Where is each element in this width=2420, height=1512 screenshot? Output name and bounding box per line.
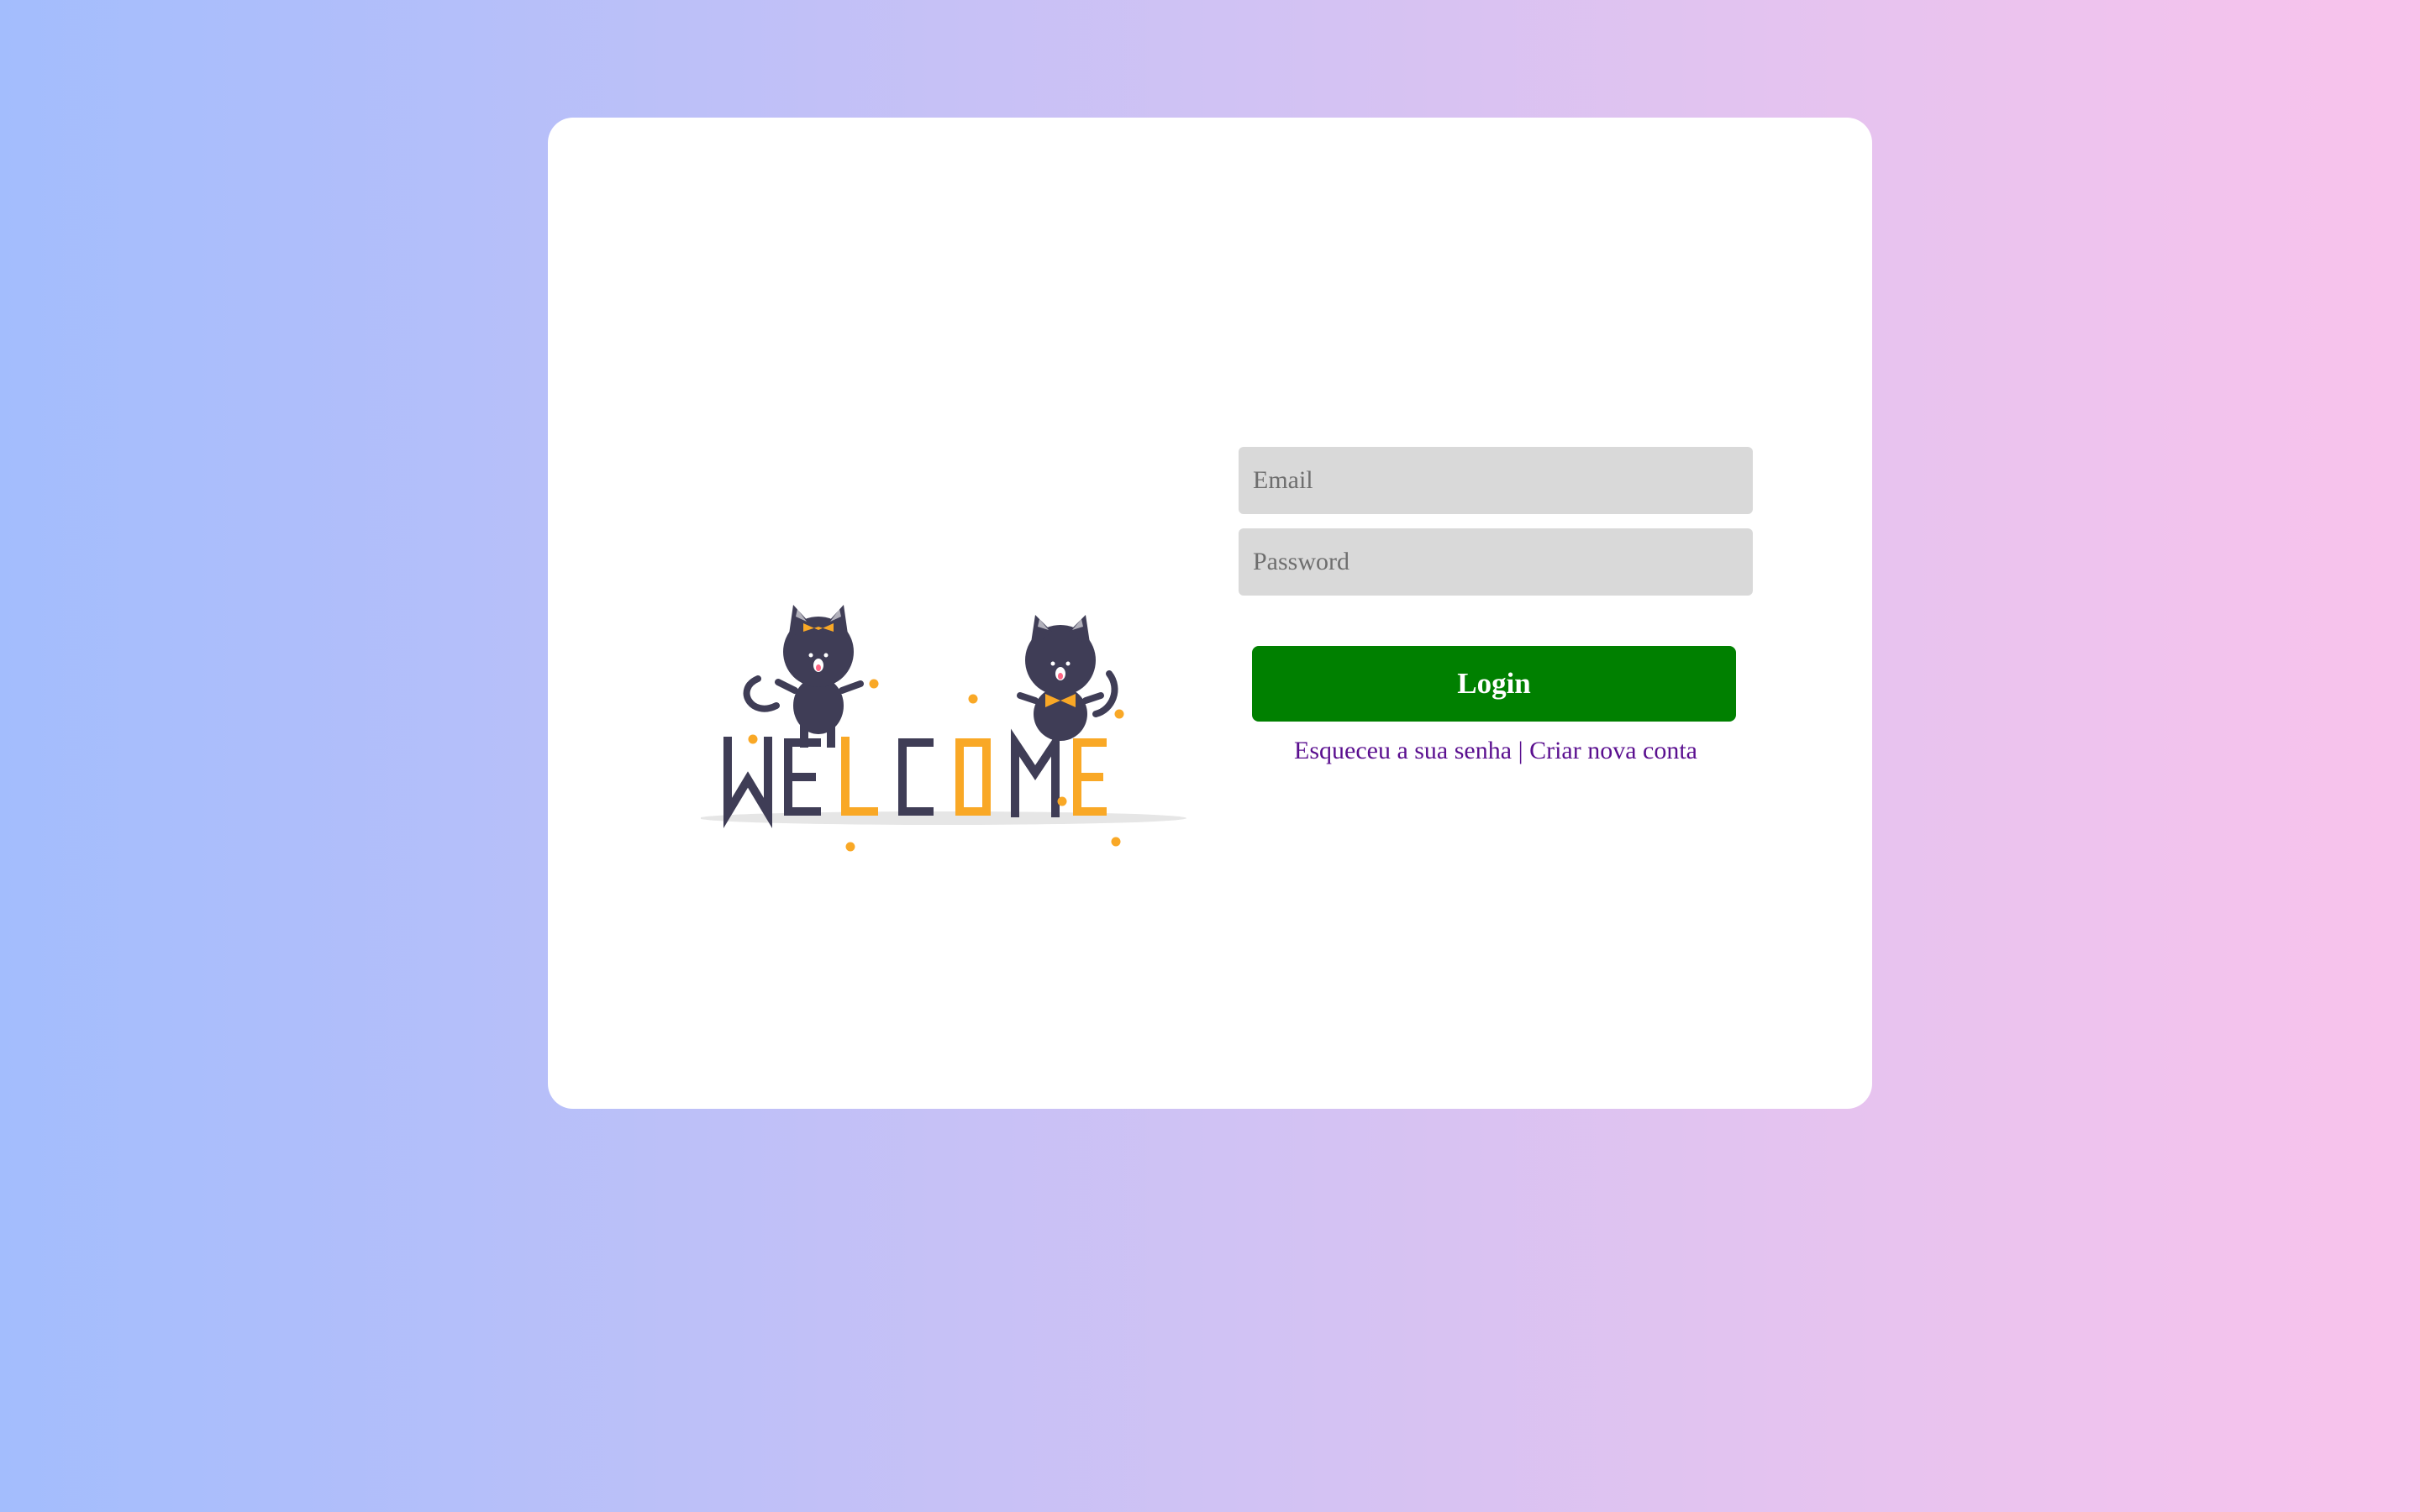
login-card: Login Esqueceu a sua senha | Criar nova … [548,118,1872,1109]
welcome-illustration [701,462,1205,865]
login-form: Login Esqueceu a sua senha | Criar nova … [1239,447,1753,765]
letter-l [841,737,878,816]
ground-shadow [701,811,1186,825]
account-links: Esqueceu a sua senha | Criar nova conta [1239,737,1753,765]
email-field[interactable] [1239,447,1753,514]
letter-m [1011,728,1060,817]
create-account-link[interactable]: Criar nova conta [1529,737,1697,764]
letter-e2 [1073,738,1107,816]
right-cat [1017,615,1118,741]
letter-w [723,737,772,829]
password-field[interactable] [1239,528,1753,596]
welcome-cats-image [701,605,1186,852]
welcome-letters [723,728,1107,829]
link-separator: | [1512,737,1530,764]
letter-e1 [784,738,821,816]
forgot-password-link[interactable]: Esqueceu a sua senha [1294,737,1512,764]
login-button[interactable]: Login [1252,646,1736,722]
letter-o [955,738,991,816]
letter-c [898,738,934,816]
